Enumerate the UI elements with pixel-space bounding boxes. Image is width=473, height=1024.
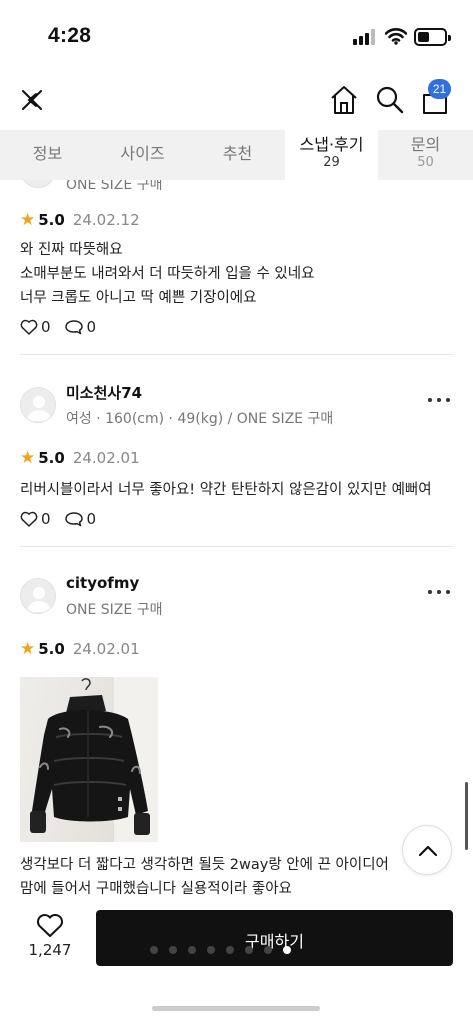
review-text-line: 생각보다 더 짧다고 생각하면 될듯 2way랑 안에 끈 아이디어 — [20, 857, 389, 873]
review-date: 24.02.12 — [72, 211, 140, 229]
comment-button[interactable]: 0 — [64, 318, 97, 336]
heart-icon — [20, 319, 38, 335]
carousel-dot — [283, 946, 291, 954]
reviewer-avatar[interactable] — [20, 180, 56, 188]
review-list[interactable]: ONE SIZE 구매 ★ 5.0 24.02.12 와 진짜 따뜻해요 소매부… — [0, 180, 473, 900]
more-options-icon[interactable] — [428, 590, 450, 596]
tab-snap-reviews-count: 29 — [323, 155, 340, 170]
star-icon: ★ — [20, 210, 36, 230]
buy-button[interactable]: 구매하기 — [96, 910, 453, 966]
comment-button[interactable]: 0 — [64, 510, 97, 528]
wishlist-count: 1,247 — [28, 941, 72, 959]
default-profile-icon — [27, 587, 51, 612]
home-icon[interactable] — [326, 82, 362, 118]
battery-icon — [414, 28, 451, 46]
star-icon: ★ — [20, 639, 36, 659]
review-text-line: 와 진짜 따뜻해요 — [20, 242, 123, 258]
rating-score: 5.0 — [38, 449, 65, 467]
tab-info-label: 정보 — [32, 144, 63, 163]
tab-size[interactable]: 사이즈 — [95, 130, 190, 180]
reviewer-purchase-info: ONE SIZE 구매 — [66, 180, 163, 193]
product-tabs: 정보 사이즈 추천 스냅·후기 29 문의 50 — [0, 130, 473, 180]
rating-score: 5.0 — [38, 211, 65, 229]
comment-icon — [64, 512, 83, 527]
reviewer-avatar[interactable] — [20, 387, 56, 423]
review-rating: ★ 5.0 24.02.12 — [20, 210, 140, 230]
star-icon: ★ — [20, 448, 36, 468]
review-divider — [20, 354, 453, 355]
status-time: 4:28 — [48, 24, 92, 47]
top-navigation — [0, 74, 473, 130]
tab-inquiry-count: 50 — [417, 155, 434, 170]
more-options-icon[interactable] — [428, 398, 450, 404]
like-count: 0 — [41, 510, 51, 528]
chevron-up-icon — [418, 845, 438, 857]
scrollbar[interactable] — [465, 782, 468, 850]
reviewer-name[interactable]: cityofmy — [66, 574, 139, 592]
cellular-signal-icon — [353, 29, 377, 45]
review-rating: ★ 5.0 24.02.01 — [20, 448, 140, 468]
home-indicator — [152, 1006, 320, 1011]
back-icon[interactable] — [14, 82, 50, 118]
comment-icon — [64, 320, 83, 335]
like-button[interactable]: 0 — [20, 318, 51, 336]
review-rating: ★ 5.0 24.02.01 — [20, 639, 140, 659]
tab-snap-reviews-label: 스냅·후기 — [299, 135, 364, 154]
carousel-dot — [245, 946, 253, 954]
reviewer-name[interactable]: 미소천사74 — [66, 382, 142, 403]
review-divider — [20, 546, 453, 547]
carousel-dot — [207, 946, 215, 954]
tab-recommend[interactable]: 추천 — [190, 130, 285, 180]
reviewer-avatar[interactable] — [20, 578, 56, 614]
carousel-dot — [226, 946, 234, 954]
carousel-dot — [264, 946, 272, 954]
comment-count: 0 — [86, 318, 97, 336]
carousel-dot — [169, 946, 177, 954]
review-actions: 0 0 — [20, 509, 109, 529]
puffer-jacket-image — [30, 677, 158, 842]
carousel-dot — [188, 946, 196, 954]
carousel-dot — [150, 946, 158, 954]
tab-info[interactable]: 정보 — [0, 130, 95, 180]
review-text-line: 맘에 들어서 구매했습니다 실용적이라 좋아요 — [20, 881, 292, 897]
like-count: 0 — [41, 318, 51, 336]
review-photo[interactable] — [20, 677, 158, 842]
cart-count-badge: 21 — [428, 79, 451, 99]
tab-inquiry[interactable]: 문의 50 — [378, 130, 473, 180]
review-date: 24.02.01 — [72, 640, 140, 658]
reviewer-profile-info: 여성 · 160(cm) · 49(kg) / ONE SIZE 구매 — [66, 411, 334, 427]
heart-icon — [20, 511, 38, 527]
review-actions: 0 0 — [20, 317, 109, 337]
like-button[interactable]: 0 — [20, 510, 51, 528]
search-icon[interactable] — [372, 82, 408, 118]
review-text-line: 너무 크롭도 아니고 딱 예쁜 기장이에요 — [20, 290, 257, 306]
carousel-indicator — [150, 946, 302, 954]
review-text-line: 소매부분도 내려와서 더 따듯하게 입을 수 있네요 — [20, 266, 315, 282]
status-bar: 4:28 — [0, 0, 473, 74]
default-profile-icon — [27, 396, 51, 421]
tab-snap-reviews[interactable]: 스냅·후기 29 — [285, 130, 378, 180]
scroll-to-top-button[interactable] — [402, 825, 452, 875]
wishlist-heart-icon[interactable] — [36, 913, 64, 938]
rating-score: 5.0 — [38, 640, 65, 658]
wifi-icon — [385, 28, 407, 45]
review-text-line: 리버시블이라서 너무 좋아요! 약간 탄탄하지 않은감이 있지만 예뻐여 — [20, 482, 432, 498]
tab-recommend-label: 추천 — [222, 144, 253, 163]
review-date: 24.02.01 — [72, 449, 140, 467]
tab-size-label: 사이즈 — [120, 144, 165, 163]
reviewer-purchase-info: ONE SIZE 구매 — [66, 602, 163, 618]
comment-count: 0 — [86, 510, 97, 528]
tab-inquiry-label: 문의 — [410, 135, 441, 154]
